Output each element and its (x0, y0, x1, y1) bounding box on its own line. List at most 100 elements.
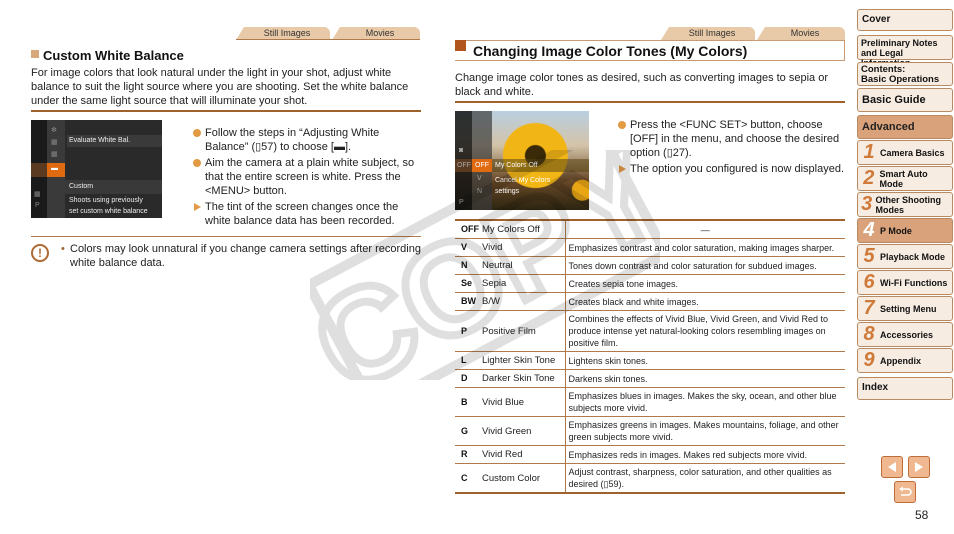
color-option-desc: Emphasizes contrast and color saturation… (565, 238, 845, 257)
divider (31, 110, 421, 112)
my-colors-icon: BW (461, 296, 476, 306)
nav-chapter-5[interactable]: 5 Playback Mode (857, 244, 953, 269)
chapter-label: Setting Menu (880, 303, 937, 314)
color-option-name: R Vivid Red (455, 445, 566, 464)
bullet-icon (618, 121, 626, 129)
step-result: The option you configured is now display… (618, 162, 846, 176)
color-option-desc: Emphasizes greens in images. Makes mount… (565, 416, 845, 446)
table-row: R Vivid Red Emphasizes reds in images. Mak… (455, 445, 845, 464)
arrow-left-icon (888, 462, 896, 472)
camera-screen-white-balance: ✻ ▦ ▦ ▬ ▦ P Evaluate White Bal. Custom S… (31, 120, 162, 218)
divider (31, 236, 421, 237)
my-colors-icon: B (461, 396, 468, 407)
my-colors-icon: N (461, 260, 468, 270)
section-intro: Change image color tones as desired, suc… (455, 72, 828, 98)
screen-option-name: Custom (69, 183, 94, 190)
chapter-label: Playback Mode (880, 251, 946, 262)
prev-page-button[interactable] (881, 456, 903, 478)
chapter-label: Other Shooting Modes (875, 194, 941, 215)
chapter-label: Smart Auto Mode (879, 168, 928, 189)
step-item: Aim the camera at a plain white subject,… (193, 156, 423, 198)
chapter-number: 8 (863, 323, 875, 345)
nav-chapter-4[interactable]: 4 P Mode (857, 218, 953, 243)
return-icon (899, 486, 912, 496)
color-option-name: Se Sepia (455, 274, 566, 293)
right-steps: Press the <FUNC SET> button, choose [OFF… (618, 118, 846, 178)
nav-chapter-8[interactable]: 8 Accessories (857, 322, 953, 347)
color-option-desc: Darkens skin tones. (565, 369, 845, 388)
color-option-desc: Emphasizes blues in images. Makes the sk… (565, 387, 845, 417)
table-row: OFF My Colors Off — (455, 219, 845, 239)
color-option-name: B Vivid Blue (455, 387, 566, 417)
nav-advanced-guide[interactable]: Advanced Guide (857, 115, 953, 155)
color-option-name: BW B/W (455, 292, 566, 311)
nav-cover[interactable]: Cover (857, 9, 953, 31)
chapter-number: 2 (863, 167, 875, 189)
my-colors-icon: V (461, 242, 468, 252)
tab-still-images: Still Images (661, 27, 755, 40)
color-option-desc: Tones down contrast and color saturation… (565, 256, 845, 275)
nav-contents[interactable]: Contents: Basic Operations (857, 62, 953, 86)
nav-chapter-6[interactable]: 6 Wi-Fi Functions (857, 270, 953, 295)
step-item: Follow the steps in “Adjusting White Bal… (193, 126, 423, 154)
table-row: G Vivid Green Emphasizes greens in images.… (455, 416, 845, 446)
color-option-name: G Vivid Green (455, 416, 566, 446)
table-row: D Darker Skin Tone Darkens skin tones. (455, 369, 845, 388)
chapter-number: 4 (863, 219, 875, 241)
color-option-desc: Creates sepia tone images. (565, 274, 845, 293)
my-colors-table: OFF My Colors Off — V Vivid Emphasizes contra… (455, 219, 845, 494)
caution-icon: ! (31, 244, 49, 262)
bullet-icon (193, 129, 201, 137)
nav-index[interactable]: Index (857, 377, 953, 400)
my-colors-icon: P (461, 325, 468, 336)
color-option-desc: Creates black and white images. (565, 292, 845, 311)
nav-basic-guide[interactable]: Basic Guide (857, 88, 953, 112)
my-colors-icon: R (461, 449, 468, 459)
return-button[interactable] (894, 481, 916, 503)
table-row: P Positive Film Combines the effects of Vi… (455, 310, 845, 352)
table-row: N Neutral Tones down contrast and color sa… (455, 256, 845, 275)
next-page-button[interactable] (908, 456, 930, 478)
section-marker-icon (31, 49, 39, 58)
nav-chapter-7[interactable]: 7 Setting Menu (857, 296, 953, 321)
nav-chapter-9[interactable]: 9 Appendix (857, 348, 953, 373)
nav-preliminary-notes[interactable]: Preliminary Notes and Legal Information (857, 35, 953, 68)
step-result: The tint of the screen changes once the … (193, 200, 423, 228)
chapter-label: P Mode (880, 225, 912, 236)
chapter-label: Appendix (880, 355, 922, 366)
tab-movies: Movies (757, 27, 845, 40)
color-option-desc: Adjust contrast, sharpness, color satura… (565, 463, 845, 494)
section-title: Custom White Balance (31, 48, 184, 63)
nav-chapter-3[interactable]: 3 Other Shooting Modes (857, 192, 953, 217)
nav-chapter-1[interactable]: 1 Camera Basics (857, 140, 953, 165)
my-colors-icon: Se (461, 278, 473, 288)
left-steps: Follow the steps in “Adjusting White Bal… (193, 126, 423, 230)
tabs-underline (236, 39, 420, 40)
chapter-number: 6 (863, 271, 875, 293)
my-colors-icon: D (461, 373, 468, 383)
result-arrow-icon (619, 165, 626, 173)
page-number: 58 (915, 508, 929, 522)
table-row: BW B/W Creates black and white images. (455, 292, 845, 311)
color-option-name: N Neutral (455, 256, 566, 275)
chapter-number: 3 (861, 193, 873, 215)
camera-screen-my-colors: ◙ OFF OFF V N P My Colors Off Cancel My … (455, 111, 589, 210)
nav-chapter-2[interactable]: 2 Smart Auto Mode (857, 166, 953, 191)
color-option-name: L Lighter Skin Tone (455, 351, 566, 370)
color-option-desc: Lightens skin tones. (565, 351, 845, 370)
color-option-desc: Emphasizes reds in images. Makes red sub… (565, 445, 845, 464)
section-intro: For image colors that look natural under… (31, 67, 409, 107)
chapter-number: 9 (863, 349, 875, 371)
table-row: V Vivid Emphasizes contrast and color satu… (455, 238, 845, 257)
chapter-number: 5 (863, 245, 875, 267)
color-option-name: P Positive Film (455, 310, 566, 352)
table-row: C Custom Color Adjust contrast, sharpness,… (455, 463, 845, 494)
my-colors-icon: G (461, 425, 469, 436)
screen-option-name: My Colors Off (495, 162, 538, 169)
my-colors-icon: OFF (461, 224, 479, 234)
step-item: Press the <FUNC SET> button, choose [OFF… (618, 118, 846, 160)
arrow-right-icon (915, 462, 923, 472)
bullet-icon (193, 159, 201, 167)
right-mode-tabs: Still Images Movies (661, 27, 845, 40)
chapter-number: 1 (863, 141, 875, 163)
